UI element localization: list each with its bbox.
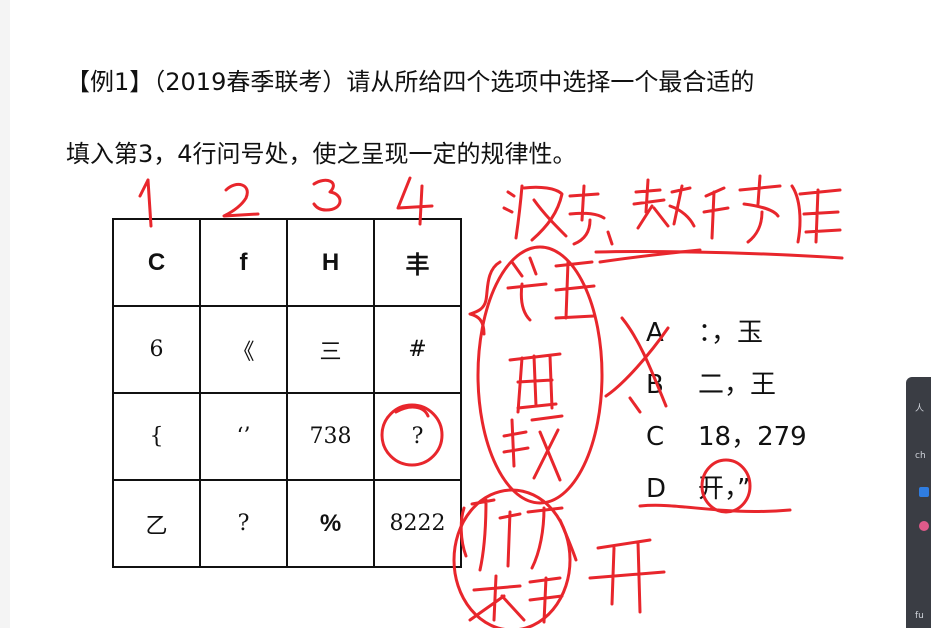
grid-cell: H <box>286 218 375 307</box>
grid-cell: 738 <box>286 392 375 481</box>
figure-grid: C f H 丰 6 《 三 # { ‘’ 738 ? 乙 ? % 8222 <box>112 218 462 568</box>
option-text: 二，王 <box>698 370 777 400</box>
grid-cell: 乙 <box>112 479 201 568</box>
grid-cell: 6 <box>112 305 201 394</box>
side-toolbar: 人 ch fu <box>906 377 931 628</box>
option-b[interactable]: B 二，王 <box>646 364 776 401</box>
grid-cell: ? <box>199 479 288 568</box>
grid-cell: % <box>286 479 375 568</box>
grid-cell: 《 <box>199 305 288 394</box>
grid-cell: { <box>112 392 201 481</box>
grid-cell: ‘’ <box>199 392 288 481</box>
blue-app-icon[interactable] <box>919 487 929 497</box>
side-toolbar-label: 人 <box>915 404 925 414</box>
grid-cell: 丰 <box>373 218 462 307</box>
option-text: 18，279 <box>698 422 807 452</box>
option-a[interactable]: A ：，玉 <box>646 312 763 349</box>
option-text: ：，玉 <box>698 318 764 348</box>
side-toolbar-label: fu <box>915 611 924 621</box>
question-line-2: 填入第3，4行问号处，使之呈现一定的规律性。 <box>66 140 577 168</box>
grid-cell: 三 <box>286 305 375 394</box>
option-letter: D <box>646 474 667 504</box>
grid-cell: 8222 <box>373 479 462 568</box>
side-toolbar-label: ch <box>915 451 926 461</box>
pink-app-icon[interactable] <box>919 521 929 531</box>
grid-row: 乙 ? % 8222 <box>112 479 462 568</box>
grid-cell: # <box>373 305 462 394</box>
question-line-1: 【例1】（2019春季联考）请从所给四个选项中选择一个最合适的 <box>66 68 755 96</box>
grid-cell: f <box>199 218 288 307</box>
grid-row: C f H 丰 <box>112 218 462 307</box>
grid-cell: C <box>112 218 201 307</box>
option-letter: A <box>646 318 664 348</box>
grid-row: 6 《 三 # <box>112 305 462 394</box>
option-letter: B <box>646 370 664 400</box>
option-c[interactable]: C 18，279 <box>646 416 807 453</box>
grid-row: { ‘’ 738 ? <box>112 392 462 481</box>
option-text: 开，” <box>698 474 751 504</box>
grid-cell: ? <box>373 392 462 481</box>
option-letter: C <box>646 422 665 452</box>
option-d[interactable]: D 开，” <box>646 468 750 505</box>
